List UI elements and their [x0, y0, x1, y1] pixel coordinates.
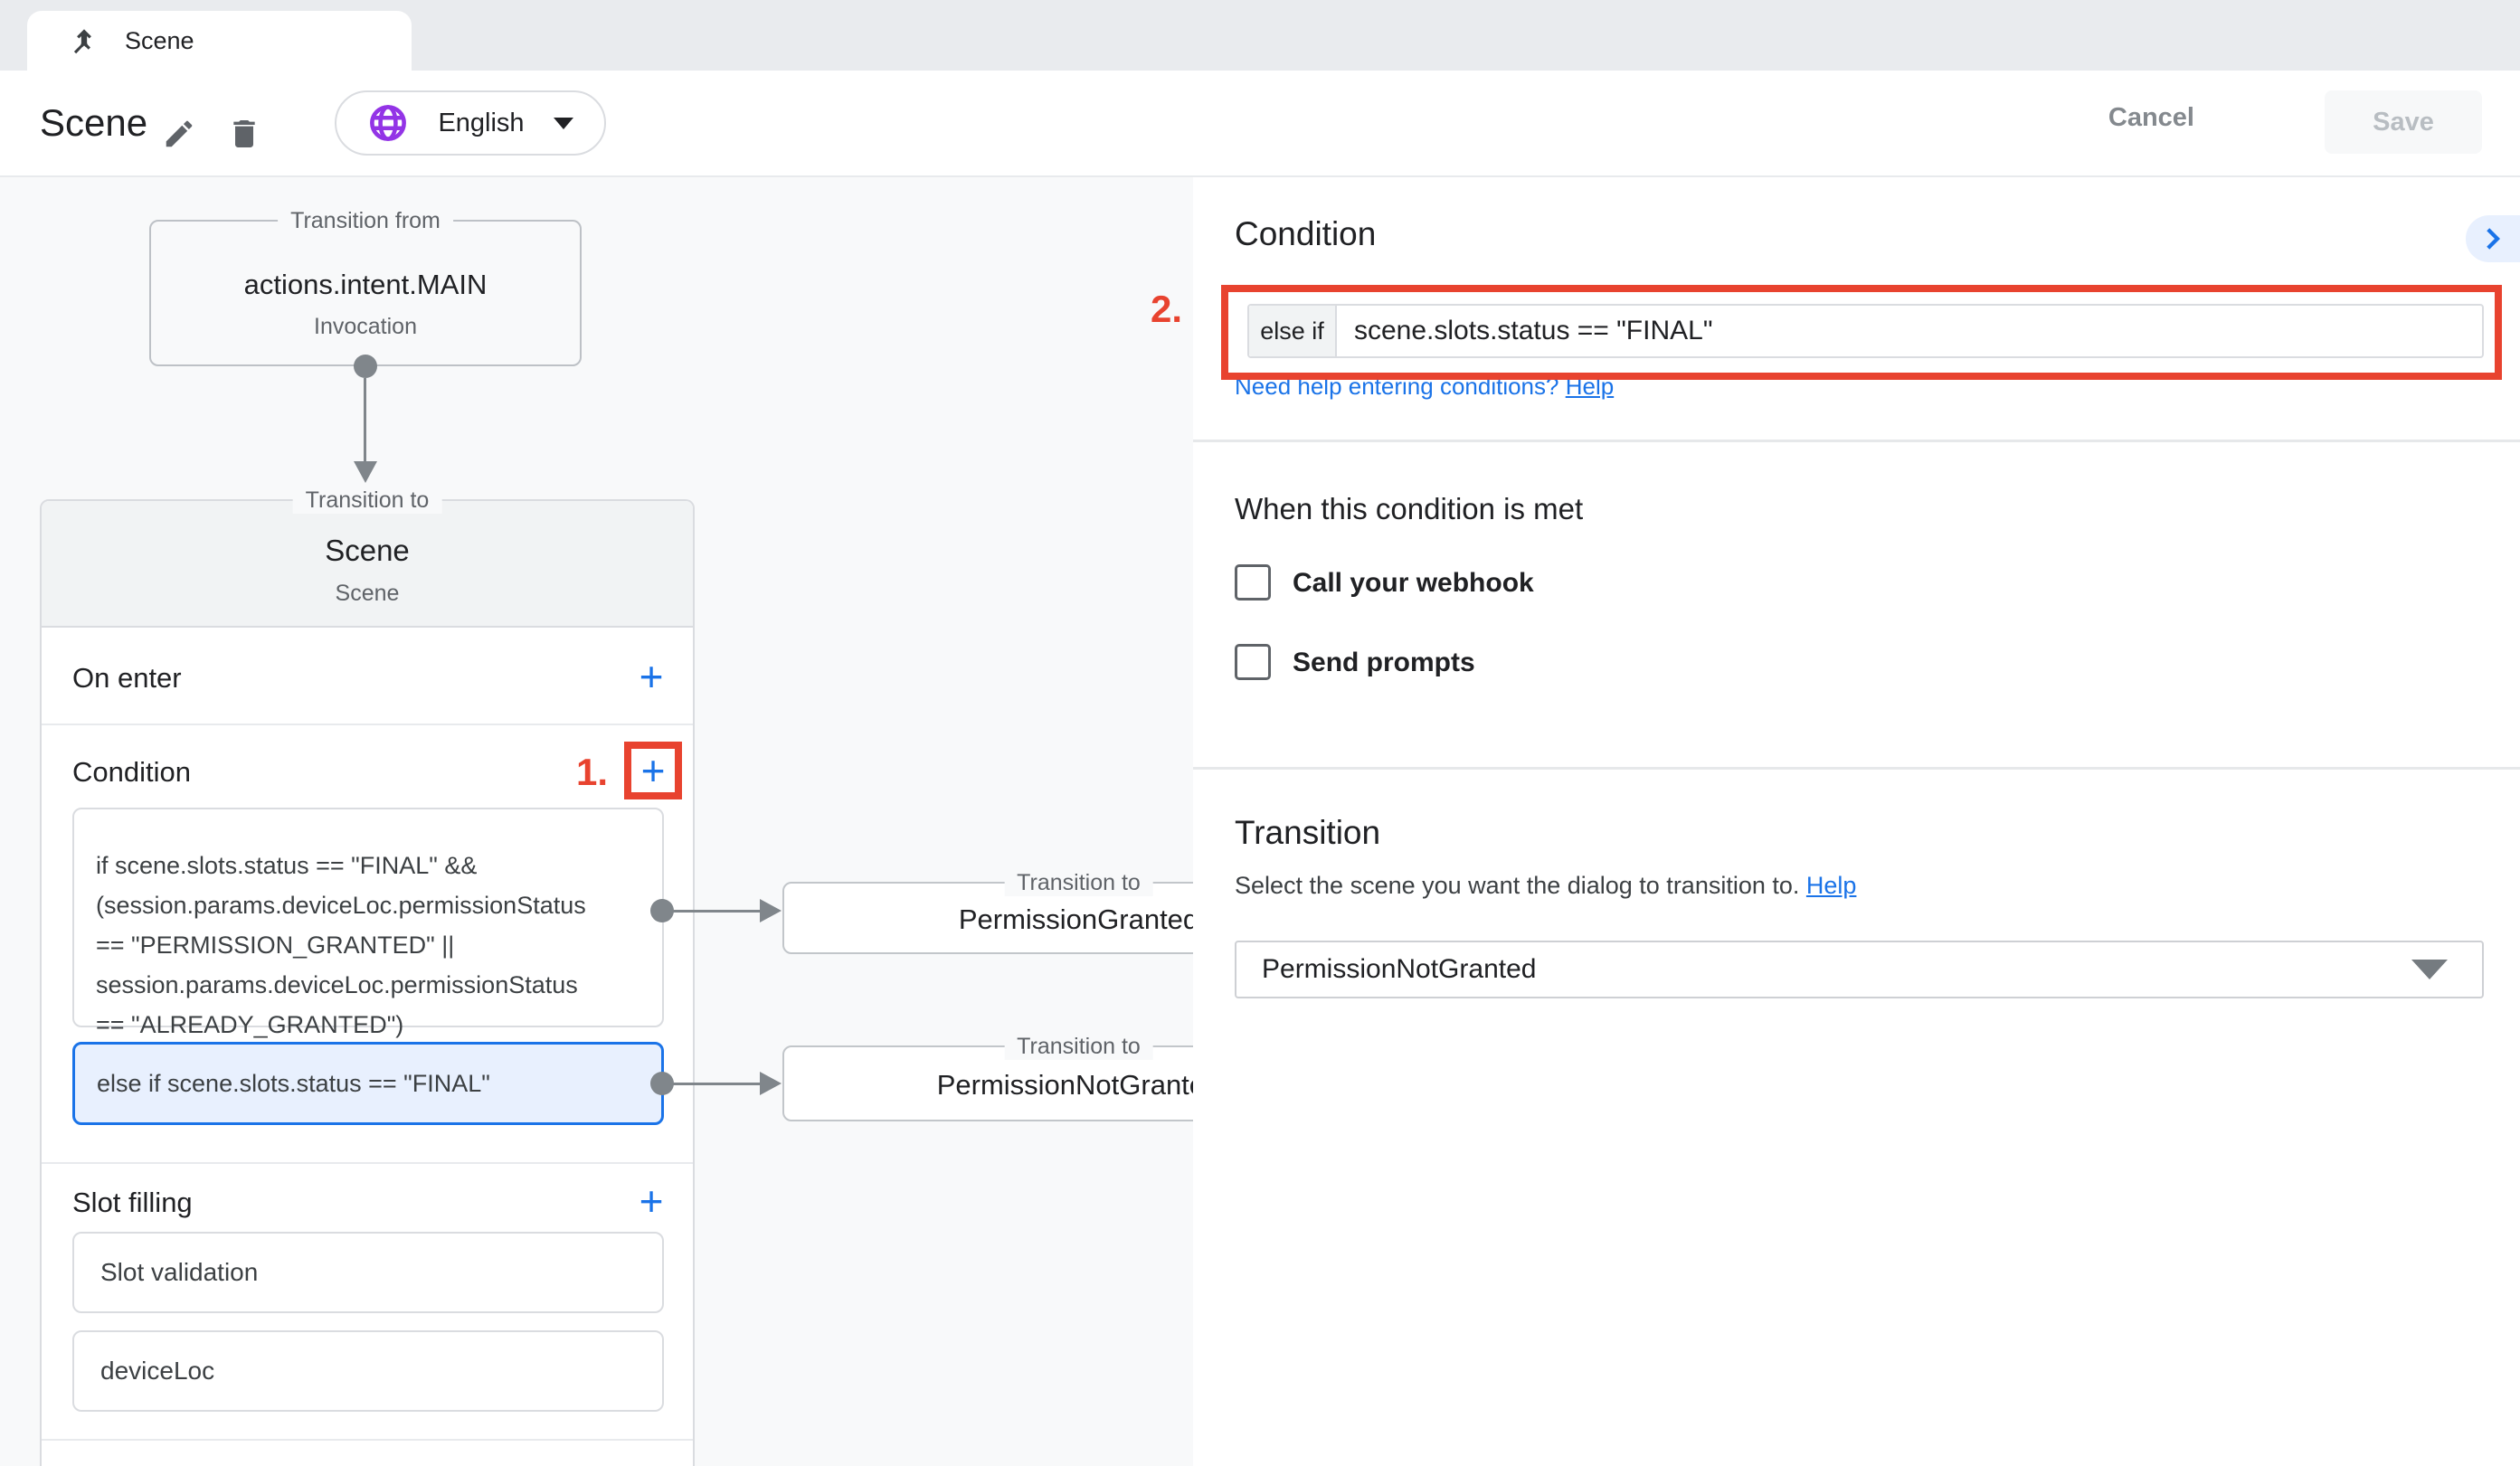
language-selector[interactable]: English: [335, 90, 606, 156]
edit-icon[interactable]: [159, 114, 199, 154]
transition-target-permission-not-granted[interactable]: Transition to PermissionNotGranted: [782, 1045, 1193, 1121]
transition-target-permission-granted[interactable]: Transition to PermissionGranted: [782, 882, 1193, 954]
target-title: PermissionNotGranted: [784, 1069, 1193, 1102]
if-condition-box[interactable]: if scene.slots.status == "FINAL" && (ses…: [72, 808, 664, 1027]
panel-divider: [1193, 440, 2520, 442]
language-label: English: [431, 109, 532, 138]
row-divider: [42, 1162, 693, 1164]
delete-icon[interactable]: [224, 114, 264, 154]
slot-filling-label: Slot filling: [72, 1187, 193, 1219]
condition-heading: Condition: [1235, 215, 1376, 253]
tab-scene[interactable]: Scene: [27, 11, 412, 71]
connector-line: [364, 378, 366, 465]
merge-icon: [67, 24, 101, 58]
tab-strip: Scene: [0, 0, 2520, 71]
condition-section-label: Condition: [72, 756, 191, 789]
scene-card-subtitle: Scene: [42, 581, 693, 607]
panel-divider: [1193, 767, 2520, 770]
transition-from-legend: Transition from: [278, 207, 453, 234]
transition-desc-text: Select the scene you want the dialog to …: [1235, 872, 1806, 899]
connector-line: [673, 910, 762, 913]
intent-type: Invocation: [151, 314, 580, 340]
else-if-condition-box[interactable]: else if scene.slots.status == "FINAL": [72, 1042, 664, 1125]
connector-line: [673, 1083, 762, 1085]
connector-dot: [650, 1072, 674, 1095]
when-met-heading: When this condition is met: [1235, 492, 1583, 526]
on-enter-label: On enter: [72, 662, 182, 695]
transition-description: Select the scene you want the dialog to …: [1235, 872, 1856, 900]
add-on-enter-button[interactable]: +: [624, 649, 678, 704]
slot-validation-box[interactable]: Slot validation: [72, 1232, 664, 1313]
annotation-step-2: 2.: [1151, 288, 1182, 331]
row-divider: [42, 1439, 693, 1441]
prompts-label: Send prompts: [1293, 648, 1475, 678]
scene-card-legend: Transition to: [293, 487, 442, 514]
target-legend: Transition to: [1004, 869, 1153, 896]
connector-dot: [354, 355, 377, 378]
scene-card: Transition to Scene Scene On enter + Con…: [40, 499, 695, 1466]
webhook-checkbox[interactable]: [1235, 564, 1271, 601]
intent-name: actions.intent.MAIN: [151, 269, 580, 301]
transition-from-node[interactable]: Transition from actions.intent.MAIN Invo…: [149, 220, 582, 366]
arrowhead-right-icon: [760, 1072, 782, 1095]
scene-card-title: Scene: [42, 534, 693, 568]
annotation-box-2: [1221, 285, 2502, 380]
connector-dot: [650, 899, 674, 922]
dropdown-caret-icon: [2411, 960, 2448, 979]
condition-editor-panel: Condition else if scene.slots.status == …: [1193, 177, 2520, 1466]
transition-scene-select[interactable]: PermissionNotGranted: [1235, 941, 2484, 998]
transition-help-link[interactable]: Help: [1806, 872, 1857, 899]
annotation-step-1: 1.: [545, 751, 608, 794]
collapse-panel-button[interactable]: [2466, 215, 2520, 262]
row-divider: [42, 724, 693, 725]
prompts-checkbox[interactable]: [1235, 644, 1271, 680]
arrowhead-right-icon: [760, 899, 782, 922]
transition-scene-value: PermissionNotGranted: [1262, 954, 2411, 985]
add-slot-button[interactable]: +: [624, 1174, 678, 1228]
cancel-button[interactable]: Cancel: [2108, 103, 2194, 133]
device-slot-box[interactable]: deviceLoc: [72, 1330, 664, 1412]
page-title: Scene: [40, 101, 147, 145]
target-title: PermissionGranted: [784, 903, 1193, 936]
caret-down-icon: [554, 118, 573, 129]
globe-icon: [367, 102, 409, 144]
tab-label: Scene: [125, 27, 194, 55]
annotation-box-1: [624, 742, 682, 799]
scene-graph-canvas: Transition from actions.intent.MAIN Invo…: [0, 177, 1193, 1466]
webhook-label: Call your webhook: [1293, 568, 1534, 599]
save-button[interactable]: Save: [2325, 90, 2482, 154]
transition-heading: Transition: [1235, 814, 1380, 852]
scene-card-header[interactable]: Scene Scene: [42, 501, 693, 628]
target-legend: Transition to: [1004, 1033, 1153, 1060]
arrowhead-down-icon: [354, 461, 377, 483]
header: Scene English Cancel Save: [0, 71, 2520, 177]
